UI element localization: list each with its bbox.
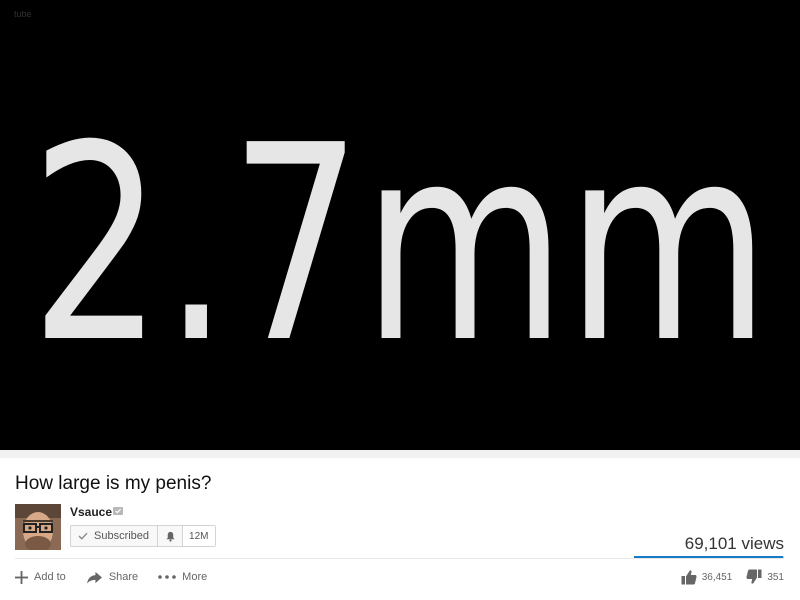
video-title: How large is my penis? [15, 473, 212, 494]
add-to-label: Add to [34, 571, 66, 583]
dislike-count: 351 [767, 571, 784, 583]
share-label: Share [108, 571, 139, 583]
thumbs-up-icon [681, 570, 697, 585]
video-frame: 2.7mm [30, 87, 770, 402]
like-button[interactable]: 36,451 [681, 569, 733, 585]
add-to-button[interactable]: Add to [15, 570, 66, 584]
action-bar: Add to Share More [15, 567, 227, 587]
player-divider [0, 450, 800, 458]
more-button[interactable]: More [158, 571, 207, 583]
plus-icon [15, 570, 28, 584]
divider [15, 558, 784, 559]
more-label: More [182, 571, 208, 583]
notification-bell-button[interactable] [158, 526, 184, 546]
rating-buttons: 36,451 351 [681, 567, 784, 587]
bell-icon [165, 531, 175, 542]
subscriber-count: 12M [183, 526, 215, 546]
check-icon [78, 532, 88, 540]
share-button[interactable]: Share [86, 571, 138, 584]
channel-name[interactable]: Vsauce [70, 505, 112, 519]
channel-avatar[interactable] [15, 504, 61, 550]
video-info-panel: How large is my penis? Vsauce Subscribed… [0, 458, 800, 600]
video-frame-text: 2.7mm [30, 87, 770, 402]
verified-badge-icon [113, 507, 123, 515]
view-count: 69,101 views [684, 534, 784, 553]
thumbs-down-icon [746, 569, 762, 584]
dislike-button[interactable]: 351 [746, 569, 784, 585]
more-dots-icon [158, 575, 176, 579]
subscribe-group: Subscribed 12M [70, 525, 216, 547]
share-arrow-icon [86, 571, 102, 584]
like-count: 36,451 [701, 571, 733, 583]
video-player[interactable]: tube 2.7mm [0, 0, 800, 450]
watch-page: tube 2.7mm How large is my penis? Vsauce [0, 0, 800, 600]
subscribed-label: Subscribed [94, 530, 150, 542]
subscribed-button[interactable]: Subscribed [71, 526, 159, 546]
